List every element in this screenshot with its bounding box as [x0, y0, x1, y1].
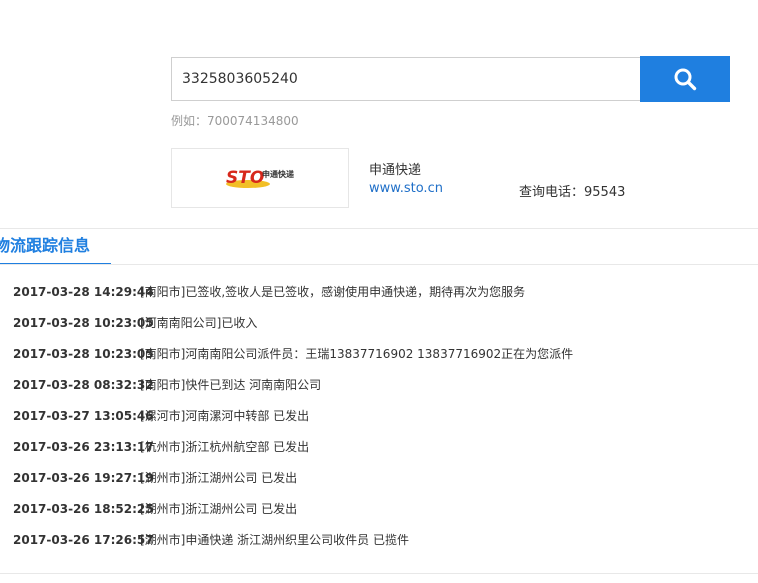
- tracking-row: 2017-03-28 10:23:05 [河南南阳公司]已收入: [0, 307, 758, 338]
- tracking-time: 2017-03-26 18:52:25: [13, 501, 154, 516]
- company-name: 申通快递: [369, 163, 422, 178]
- tracking-time: 2017-03-26 23:13:17: [13, 439, 154, 454]
- tracking-description: [南阳市]快件已到达 河南南阳公司: [140, 378, 322, 392]
- tracking-description: [南阳市]河南南阳公司派件员：王瑞13837716902 13837716902…: [140, 347, 574, 361]
- tracking-description: [湖州市]申通快递 浙江湖州织里公司收件员 已揽件: [140, 533, 409, 547]
- tracking-time: 2017-03-28 14:29:44: [13, 284, 154, 299]
- company-logo-box: STO 申通快递: [171, 148, 349, 208]
- tracking-time: 2017-03-28 10:23:05: [13, 315, 154, 330]
- tracking-time: 2017-03-26 17:26:57: [13, 532, 154, 547]
- tracking-row: 2017-03-28 08:32:32 [南阳市]快件已到达 河南南阳公司: [0, 369, 758, 400]
- company-website-link[interactable]: www.sto.cn: [369, 181, 443, 196]
- tracking-time: 2017-03-28 08:32:32: [13, 377, 154, 392]
- tracking-description: [河南南阳公司]已收入: [140, 316, 258, 330]
- tracking-row: 2017-03-27 13:05:46 [漯河市]河南漯河中转部 已发出: [0, 400, 758, 431]
- search-icon: [674, 68, 697, 91]
- tracking-time: 2017-03-26 19:27:19: [13, 470, 154, 485]
- tracking-time: 2017-03-28 10:23:05: [13, 346, 154, 361]
- search-button[interactable]: [640, 56, 730, 102]
- sto-logo: STO 申通快递: [226, 168, 294, 188]
- tracking-description: [湖州市]浙江湖州公司 已发出: [140, 502, 298, 516]
- tracking-description: [湖州市]浙江湖州公司 已发出: [140, 471, 298, 485]
- tracking-row: 2017-03-26 19:27:19 [湖州市]浙江湖州公司 已发出: [0, 462, 758, 493]
- tracking-description: [杭州市]浙江杭州航空部 已发出: [140, 440, 310, 454]
- tracking-number-input[interactable]: [182, 71, 630, 87]
- tracking-list: 2017-03-28 14:29:44 [南阳市]已签收,签收人是已签收，感谢使…: [0, 276, 758, 555]
- divider: [0, 228, 758, 229]
- logo-chinese-text: 申通快递: [262, 169, 294, 179]
- example-hint: 例如：700074134800: [171, 114, 299, 128]
- tab-tracking-info[interactable]: 物流跟踪信息: [0, 229, 111, 265]
- tab-divider: [0, 264, 758, 265]
- tracking-description: [南阳市]已签收,签收人是已签收，感谢使用申通快递，期待再次为您服务: [140, 285, 526, 299]
- tracking-time: 2017-03-27 13:05:46: [13, 408, 154, 423]
- tracking-row: 2017-03-26 17:26:57 [湖州市]申通快递 浙江湖州织里公司收件…: [0, 524, 758, 555]
- divider: [0, 573, 758, 574]
- search-box[interactable]: [171, 57, 640, 101]
- tracking-row: 2017-03-26 23:13:17 [杭州市]浙江杭州航空部 已发出: [0, 431, 758, 462]
- tracking-row: 2017-03-26 18:52:25 [湖州市]浙江湖州公司 已发出: [0, 493, 758, 524]
- tracking-row: 2017-03-28 14:29:44 [南阳市]已签收,签收人是已签收，感谢使…: [0, 276, 758, 307]
- logo-mark-text: STO: [226, 168, 264, 188]
- tracking-row: 2017-03-28 10:23:05 [南阳市]河南南阳公司派件员：王瑞138…: [0, 338, 758, 369]
- tracking-description: [漯河市]河南漯河中转部 已发出: [140, 409, 310, 423]
- company-phone: 查询电话：95543: [519, 185, 626, 200]
